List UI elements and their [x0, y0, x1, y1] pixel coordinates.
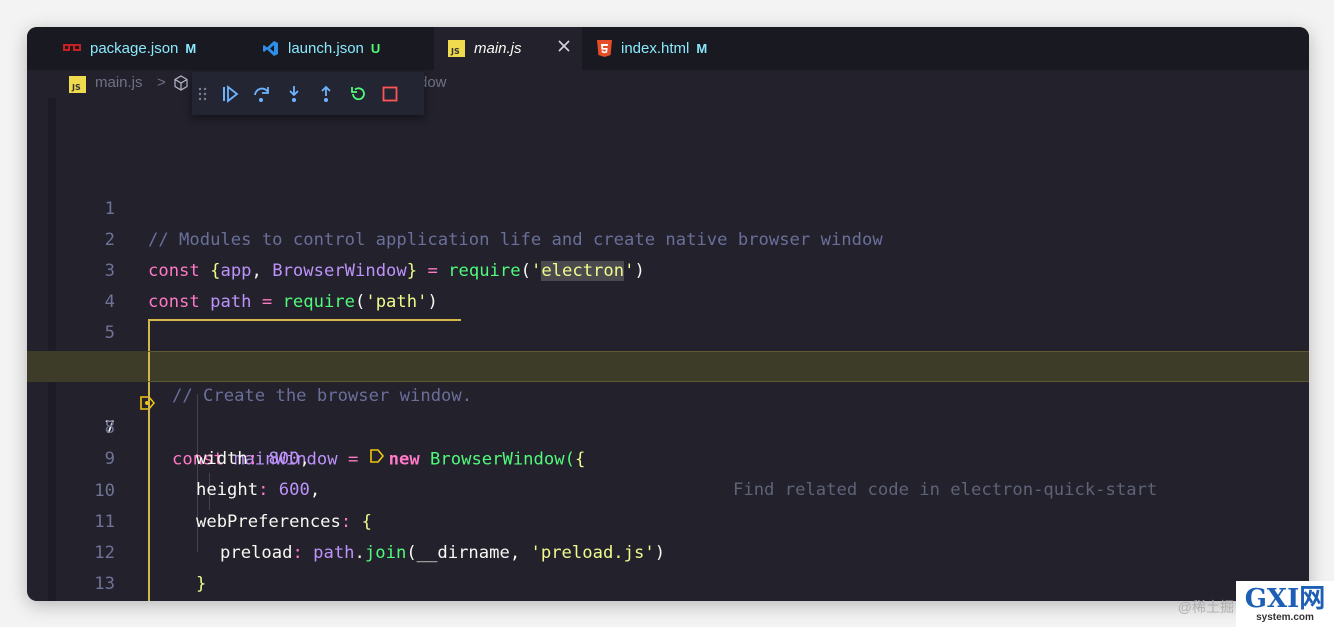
- editor-window: package.json M launch.json U JS main.js …: [27, 27, 1309, 601]
- code-line-3[interactable]: 3 const path = require('path'): [27, 225, 1309, 312]
- watermark-logo-text: GXI网: [1244, 583, 1326, 614]
- bracket-scope-top: [148, 319, 461, 321]
- line-number: 14: [77, 600, 115, 601]
- code-line-12[interactable]: 12 }: [27, 507, 1309, 594]
- code-line-10[interactable]: 10 webPreferences: {: [27, 445, 1309, 532]
- watermark-site-text: system.com: [1256, 611, 1314, 623]
- code-line-2[interactable]: 2 const {app, BrowserWindow} = require('…: [27, 194, 1309, 281]
- code-line-4[interactable]: 4: [27, 256, 1309, 312]
- code-line-1[interactable]: 1 // Modules to control application life…: [27, 163, 1309, 250]
- watermark-logo: GXI网 system.com: [1236, 581, 1334, 627]
- code-line-9[interactable]: 9 height: 600,: [27, 413, 1309, 500]
- code-line-8[interactable]: 8 width: 800,: [27, 382, 1309, 469]
- code-line-14[interactable]: 14: [27, 569, 1309, 600]
- bracket-scope-right-tail: [148, 351, 1309, 382]
- watermark-faint-text: @稀土掘: [1177, 599, 1234, 615]
- code-line-5[interactable]: 5 function createWindow () {: [27, 287, 1309, 374]
- code-editor[interactable]: 1 // Modules to control application life…: [27, 27, 1309, 601]
- code-line-13[interactable]: 13 }): [27, 538, 1309, 594]
- code-line-6[interactable]: 6 // Create the browser window.: [27, 319, 1309, 406]
- code-line-11[interactable]: 11 preload: path.join(__dirname, 'preloa…: [27, 476, 1309, 563]
